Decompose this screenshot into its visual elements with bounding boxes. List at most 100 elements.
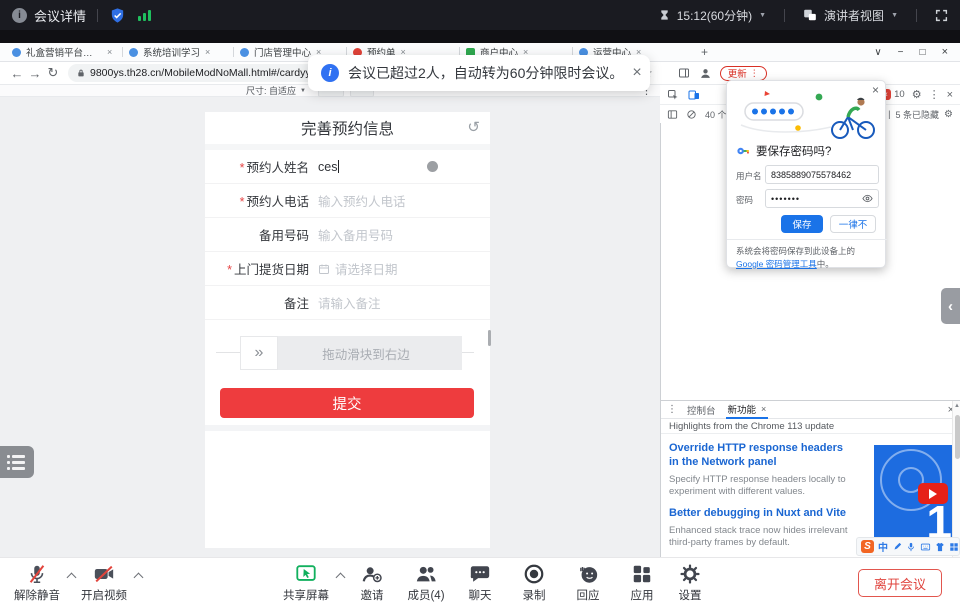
show-password-eye-icon[interactable]	[862, 193, 873, 204]
thumbnail-number: 1	[926, 499, 952, 537]
save-password-button[interactable]: 保存	[781, 215, 823, 233]
chrome-update-chip[interactable]: 更新 ⋮	[720, 66, 767, 81]
back-icon[interactable]: ←	[8, 66, 26, 81]
side-panel-icon[interactable]	[678, 67, 690, 79]
chrome-113-video-thumbnail[interactable]: 1	[874, 445, 953, 537]
network-signal-icon[interactable]	[138, 9, 151, 21]
security-shield-icon[interactable]	[109, 7, 126, 24]
ime-mic-icon[interactable]	[906, 542, 916, 552]
panel-scrollbar[interactable]: ▲	[952, 401, 960, 557]
device-size-label[interactable]: 尺寸: 自适应	[246, 84, 296, 97]
form-header: 完善预约信息 ↺	[205, 112, 490, 144]
share-screen-button[interactable]: 共享屏幕	[276, 562, 336, 603]
tab-whats-new[interactable]: 新功能 ×	[726, 401, 769, 419]
sogou-logo-icon[interactable]: S	[861, 540, 874, 553]
form-row-backup-phone[interactable]: 备用号码 输入备用号码	[205, 218, 490, 252]
password-input[interactable]: •••••••	[765, 189, 879, 208]
phone-field-placeholder[interactable]: 输入预约人电话	[318, 191, 406, 210]
required-asterisk: *	[227, 263, 232, 277]
browser-tab[interactable]: 系统培训学习 ×	[123, 43, 233, 62]
tab-console[interactable]: 控制台	[687, 403, 716, 417]
captcha-slider-handle[interactable]: »	[240, 336, 278, 370]
scroll-up-icon[interactable]: ▲	[954, 403, 960, 409]
username-input[interactable]: 8385889075578462	[765, 165, 879, 184]
devtools-settings-icon[interactable]: ⚙	[912, 88, 922, 101]
console-sidebar-icon[interactable]	[667, 109, 678, 120]
whats-new-link[interactable]: Override HTTP response headers in the Ne…	[669, 441, 847, 470]
tab-close-icon[interactable]: ×	[761, 404, 766, 414]
required-asterisk: *	[240, 195, 245, 209]
inspect-element-icon[interactable]	[667, 89, 679, 101]
ime-skin-icon[interactable]	[935, 542, 945, 552]
drawer-more-icon[interactable]: ⋮	[667, 404, 677, 415]
never-save-button[interactable]: 一律不	[830, 215, 876, 233]
whats-new-link[interactable]: Better debugging in Nuxt and Vite	[669, 506, 847, 520]
new-tab-button[interactable]: +	[701, 45, 708, 59]
forward-icon[interactable]: →	[26, 66, 44, 81]
field-label: 预约人电话	[246, 195, 309, 209]
password-manager-link[interactable]: Google 密码管理工具	[736, 259, 817, 269]
view-mode-label[interactable]: 演讲者视图	[824, 7, 884, 24]
form-row-remark[interactable]: 备注 请输入备注	[205, 286, 490, 320]
window-maximize-button[interactable]: □	[920, 47, 926, 58]
tab-close-icon[interactable]: ×	[107, 47, 112, 57]
undo-icon[interactable]: ↺	[467, 120, 480, 135]
fullscreen-icon[interactable]	[935, 9, 948, 22]
backup-field-placeholder[interactable]: 输入备用号码	[318, 225, 393, 244]
info-icon[interactable]: i	[12, 8, 27, 23]
tab-close-icon[interactable]: ×	[205, 47, 210, 57]
slider-hint-label: 拖动滑块到右边	[322, 344, 410, 363]
ime-mode-toggle[interactable]: 中	[878, 539, 888, 554]
scrollbar-thumb[interactable]	[955, 415, 960, 459]
reload-icon[interactable]: ↻	[44, 65, 62, 81]
browser-tab[interactable]: 礼盒营销平台管理中心 ×	[6, 43, 122, 62]
invite-button[interactable]: 邀请	[342, 562, 402, 603]
hidden-messages-label[interactable]: 5 条已隐藏	[896, 108, 940, 121]
submit-button[interactable]: 提交	[220, 388, 474, 418]
banner-close-icon[interactable]: ×	[632, 64, 641, 82]
devtools-more-icon[interactable]: ⋮	[929, 88, 940, 101]
remark-field-placeholder[interactable]: 请输入备注	[318, 293, 381, 312]
reactions-button[interactable]: 回应	[558, 562, 618, 603]
unmute-button[interactable]: 解除静音	[7, 562, 67, 603]
device-mode-icon[interactable]	[688, 89, 700, 101]
username-label: 用户名	[736, 170, 762, 182]
ime-keyboard-icon[interactable]	[920, 542, 931, 552]
window-minimize-button[interactable]: −	[898, 47, 904, 58]
share-screen-icon	[294, 563, 318, 585]
tab-search-icon[interactable]: ∨	[874, 47, 881, 58]
form-row-name[interactable]: *预约人姓名 ces	[205, 150, 490, 184]
clear-console-icon[interactable]	[686, 109, 697, 120]
view-dropdown-icon[interactable]: ▼	[891, 12, 898, 19]
ime-toolbar[interactable]: S 中	[856, 537, 960, 556]
console-settings-icon[interactable]: ⚙	[944, 109, 953, 120]
tab-favicon	[12, 48, 21, 57]
start-video-button[interactable]: 开启视频	[74, 562, 134, 603]
form-row-phone[interactable]: *预约人电话 输入预约人电话	[205, 184, 490, 218]
record-button[interactable]: 录制	[504, 562, 564, 603]
list-icon	[7, 455, 34, 458]
form-row-pickup-date[interactable]: *上门提货日期 请选择日期	[205, 252, 490, 286]
meeting-details-label[interactable]: 会议详情	[34, 6, 86, 25]
devtools-close-icon[interactable]: ×	[947, 89, 953, 101]
window-close-button[interactable]: ×	[942, 46, 948, 58]
members-button[interactable]: 成员(4)	[396, 562, 456, 603]
chat-button[interactable]: 聊天	[450, 562, 510, 603]
device-size-dropdown-icon[interactable]: ▼	[300, 88, 306, 94]
camera-off-icon	[92, 563, 116, 585]
date-field-placeholder[interactable]: 请选择日期	[335, 259, 398, 278]
panel-expand-handle[interactable]: ‹	[941, 288, 960, 324]
form-title: 完善预约信息	[301, 117, 394, 139]
ime-pen-icon[interactable]	[892, 542, 902, 552]
name-field-value[interactable]: ces	[318, 160, 337, 174]
password-illustration	[735, 87, 879, 141]
profile-avatar-icon[interactable]	[699, 67, 712, 80]
field-label: 备用号码	[259, 229, 309, 243]
settings-button[interactable]: 设置	[660, 562, 720, 603]
leave-meeting-button[interactable]: 离开会议	[858, 569, 942, 597]
caption-list-handle[interactable]	[0, 446, 34, 478]
timer-dropdown-icon[interactable]: ▼	[759, 12, 766, 19]
ime-toolbox-icon[interactable]	[949, 542, 959, 552]
page-scrollbar[interactable]	[488, 330, 491, 346]
divider	[784, 9, 785, 22]
